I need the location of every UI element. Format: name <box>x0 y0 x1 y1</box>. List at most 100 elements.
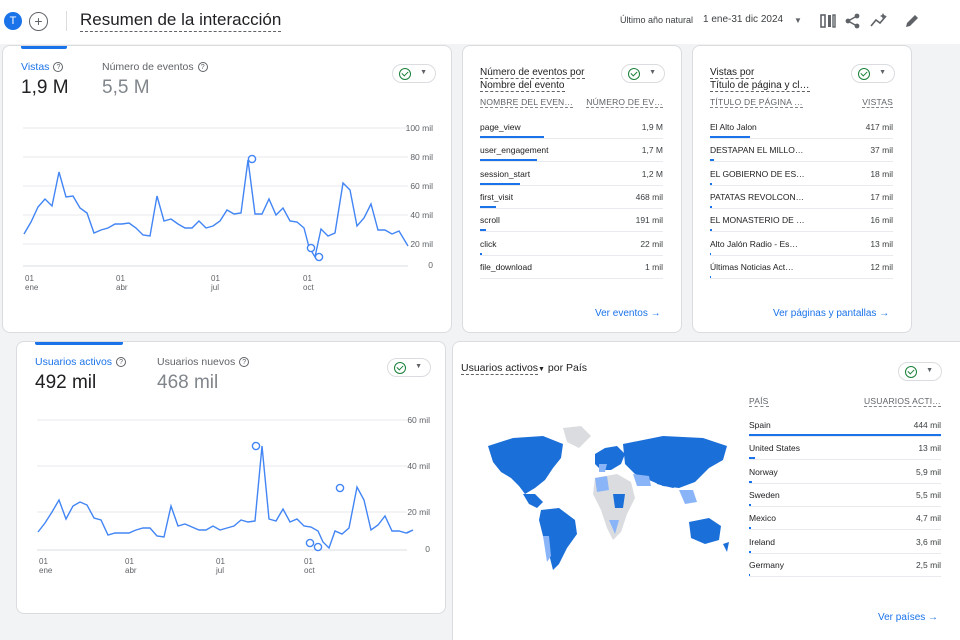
tab-new-users[interactable]: Usuarios nuevos? <box>157 356 250 368</box>
help-icon[interactable]: ? <box>239 357 250 367</box>
insights-icon[interactable] <box>869 11 889 31</box>
anomaly-marker[interactable] <box>306 243 316 253</box>
chevron-down-icon[interactable]: ▼ <box>538 366 545 373</box>
column-header[interactable]: USUARIOS ACTI… <box>864 396 941 407</box>
row-share-bar <box>749 550 751 553</box>
table-row[interactable]: EL MONASTERIO DE … 16 mil <box>710 209 893 233</box>
pages-card-title-line1: Vistas por <box>710 67 755 79</box>
table-row[interactable]: user_engagement 1,7 M <box>480 139 663 163</box>
y-tick: 60 mil <box>407 415 430 425</box>
table-row[interactable]: Spain 444 mil <box>749 414 941 437</box>
x-tick: ene <box>25 283 39 292</box>
chevron-down-icon[interactable]: ▼ <box>794 16 802 25</box>
row-label: first_visit <box>480 191 514 202</box>
table-row[interactable]: EL GOBIERNO DE ES… 18 mil <box>710 163 893 186</box>
tab-event-count[interactable]: Número de eventos? <box>102 61 208 73</box>
event-count-value: 5,5 M <box>102 77 150 98</box>
anomaly-marker[interactable] <box>335 483 345 493</box>
tab-views[interactable]: Vistas? <box>21 61 64 73</box>
date-range-value[interactable]: 1 ene-31 dic 2024 <box>703 14 783 25</box>
row-label: click <box>480 238 497 249</box>
row-label: Mexico <box>749 513 776 524</box>
column-header[interactable]: NOMBRE DEL EVEN… <box>480 97 574 108</box>
continent-africa <box>593 474 635 540</box>
row-label: user_engagement <box>480 145 549 156</box>
row-label: Spain <box>749 420 771 430</box>
active-tab-indicator <box>21 46 67 49</box>
table-row[interactable]: Mexico 4,7 mil <box>749 507 941 531</box>
row-value: 37 mil <box>870 145 893 156</box>
column-header[interactable]: PAÍS <box>749 396 769 407</box>
view-events-link[interactable]: Ver eventos → <box>595 308 661 319</box>
status-menu-button[interactable]: ▼ <box>621 64 665 83</box>
table-row[interactable]: DESTAPAN EL MILLO… 37 mil <box>710 139 893 163</box>
share-icon[interactable] <box>843 11 863 31</box>
status-menu-button[interactable]: ▼ <box>898 362 942 381</box>
row-share-bar <box>710 229 712 232</box>
help-icon[interactable]: ? <box>53 62 64 72</box>
table-row[interactable]: El Alto Jalon 417 mil <box>710 116 893 139</box>
table-row[interactable]: click 22 mil <box>480 233 663 256</box>
table-row[interactable]: file_download 1 mil <box>480 256 663 279</box>
anomaly-marker[interactable] <box>305 538 315 548</box>
edit-icon[interactable] <box>902 11 922 31</box>
column-header[interactable]: TÍTULO DE PÁGINA … <box>710 97 803 108</box>
events-card-title: Número de eventos por Nombre del evento <box>480 66 585 92</box>
add-comparison-button[interactable]: + <box>29 12 48 31</box>
row-value: 16 mil <box>870 215 893 226</box>
column-header[interactable]: NÚMERO DE EV… <box>586 97 663 108</box>
tab-active-users[interactable]: Usuarios activos? <box>35 356 127 368</box>
anomaly-marker[interactable] <box>247 154 257 164</box>
date-range-label[interactable]: Último año natural <box>620 15 693 25</box>
row-share-bar <box>749 480 752 483</box>
events-card-title-line1: Número de eventos por <box>480 67 585 79</box>
table-row[interactable]: United States 13 mil <box>749 437 941 461</box>
view-countries-link[interactable]: Ver países → <box>878 612 938 623</box>
row-value: 5,9 mil <box>915 466 941 477</box>
active-users-line-chart: 60 mil 40 mil 20 mil 0 01 ene 01 abr 01 … <box>37 415 430 575</box>
table-row[interactable]: Norway 5,9 mil <box>749 461 941 484</box>
y-ticks: 100 mil 80 mil 60 mil 40 mil 20 mil 0 <box>406 123 434 270</box>
status-menu-button[interactable]: ▼ <box>387 358 431 377</box>
anomaly-marker[interactable] <box>313 542 323 552</box>
x-tick: 01 <box>25 274 34 283</box>
status-menu-button[interactable]: ▼ <box>392 64 436 83</box>
view-countries-link-label: Ver países <box>878 612 926 623</box>
continent-oceania <box>689 518 729 552</box>
table-row[interactable]: Ireland 3,6 mil <box>749 531 941 554</box>
x-ticks: 01 ene 01 abr 01 jul 01 oct <box>39 557 315 575</box>
row-label: Norway <box>749 466 778 477</box>
y-tick: 100 mil <box>406 123 434 133</box>
table-row[interactable]: session_start 1,2 M <box>480 163 663 186</box>
row-label: PATATAS REVOLCON… <box>710 191 805 202</box>
table-row[interactable]: Últimas Noticias Act… 12 mil <box>710 256 893 279</box>
table-row[interactable]: Sweden 5,5 mil <box>749 484 941 507</box>
column-header[interactable]: VISTAS <box>862 97 893 108</box>
table-row[interactable]: page_view 1,9 M <box>480 116 663 139</box>
table-row[interactable]: PATATAS REVOLCON… 17 mil <box>710 186 893 209</box>
avatar[interactable]: T <box>4 12 22 30</box>
view-pages-link[interactable]: Ver páginas y pantallas → <box>773 308 889 319</box>
row-label: session_start <box>480 168 531 179</box>
row-value: 468 mil <box>635 191 663 202</box>
page-title: Resumen de la interacción <box>80 10 282 32</box>
table-row[interactable]: first_visit 468 mil <box>480 186 663 209</box>
compare-icon[interactable] <box>818 11 838 31</box>
row-share-bar <box>480 136 545 138</box>
row-value: 13 mil <box>870 238 893 249</box>
help-icon[interactable]: ? <box>197 62 208 72</box>
anomaly-marker[interactable] <box>251 441 261 451</box>
help-icon[interactable]: ? <box>116 357 127 367</box>
y-tick: 40 mil <box>410 210 433 220</box>
metric-selector[interactable]: Usuarios activos <box>461 362 539 375</box>
chevron-down-icon: ▼ <box>879 69 886 76</box>
status-menu-button[interactable]: ▼ <box>851 64 895 83</box>
anomaly-marker[interactable] <box>314 252 324 262</box>
table-row[interactable]: Alto Jalón Radio - Es… 13 mil <box>710 233 893 256</box>
row-value: 4,7 mil <box>915 513 941 524</box>
events-card: Número de eventos por Nombre del evento … <box>462 45 682 333</box>
table-row[interactable]: scroll 191 mil <box>480 209 663 233</box>
table-row[interactable]: Germany 2,5 mil <box>749 554 941 577</box>
x-ticks: 01 ene 01 abr 01 jul 01 oct <box>25 274 314 292</box>
pages-card-title: Vistas por Título de página y cl… <box>710 66 810 92</box>
